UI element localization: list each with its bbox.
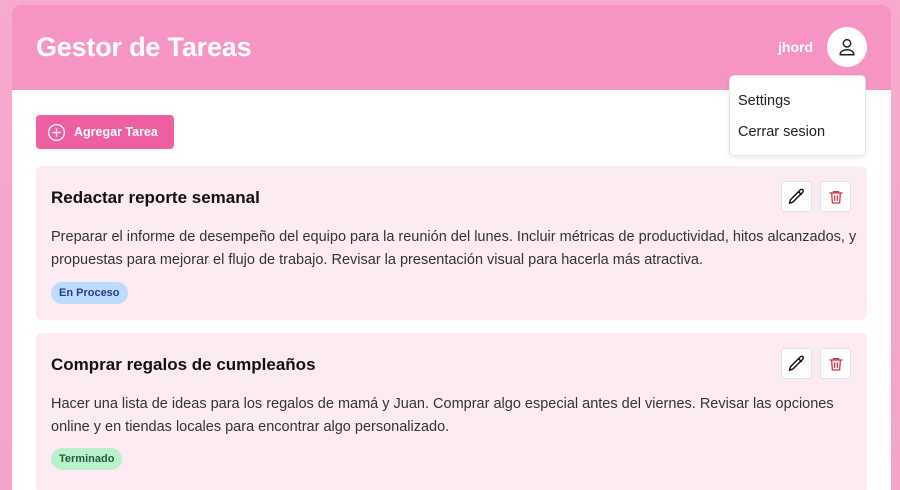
status-badge: En Proceso bbox=[51, 282, 128, 304]
task-title: Redactar reporte semanal bbox=[51, 188, 260, 207]
add-task-label: Agregar Tarea bbox=[74, 125, 158, 139]
task-title: Comprar regalos de cumpleaños bbox=[51, 355, 316, 374]
page-title: Gestor de Tareas bbox=[36, 32, 252, 62]
user-icon bbox=[839, 38, 855, 56]
trash-icon bbox=[828, 190, 843, 204]
username-label: jhord bbox=[778, 39, 813, 55]
edit-task-button[interactable] bbox=[781, 348, 812, 379]
edit-task-button[interactable] bbox=[781, 181, 812, 212]
user-dropdown-menu: Settings Cerrar sesion bbox=[729, 75, 866, 156]
menu-item-logout[interactable]: Cerrar sesion bbox=[738, 124, 825, 140]
task-description: Preparar el informe de desempeño del equ… bbox=[51, 229, 857, 268]
task-card: Comprar regalos de cumpleaños Hacer una … bbox=[36, 333, 867, 490]
pencil-icon bbox=[788, 355, 805, 371]
menu-item-settings[interactable]: Settings bbox=[738, 93, 790, 109]
pencil-icon bbox=[788, 188, 805, 204]
delete-task-button[interactable] bbox=[820, 348, 851, 379]
app-window: Gestor de Tareas jhord Agregar Tarea Red… bbox=[12, 5, 891, 490]
add-task-button[interactable]: Agregar Tarea bbox=[36, 115, 174, 149]
delete-task-button[interactable] bbox=[820, 181, 851, 212]
task-card: Redactar reporte semanal Preparar el inf… bbox=[36, 166, 867, 320]
task-description: Hacer una lista de ideas para los regalo… bbox=[51, 396, 834, 435]
user-menu-button[interactable] bbox=[827, 27, 867, 67]
trash-icon bbox=[828, 357, 843, 371]
plus-circle-icon bbox=[47, 123, 66, 142]
status-badge: Terminado bbox=[51, 448, 123, 470]
